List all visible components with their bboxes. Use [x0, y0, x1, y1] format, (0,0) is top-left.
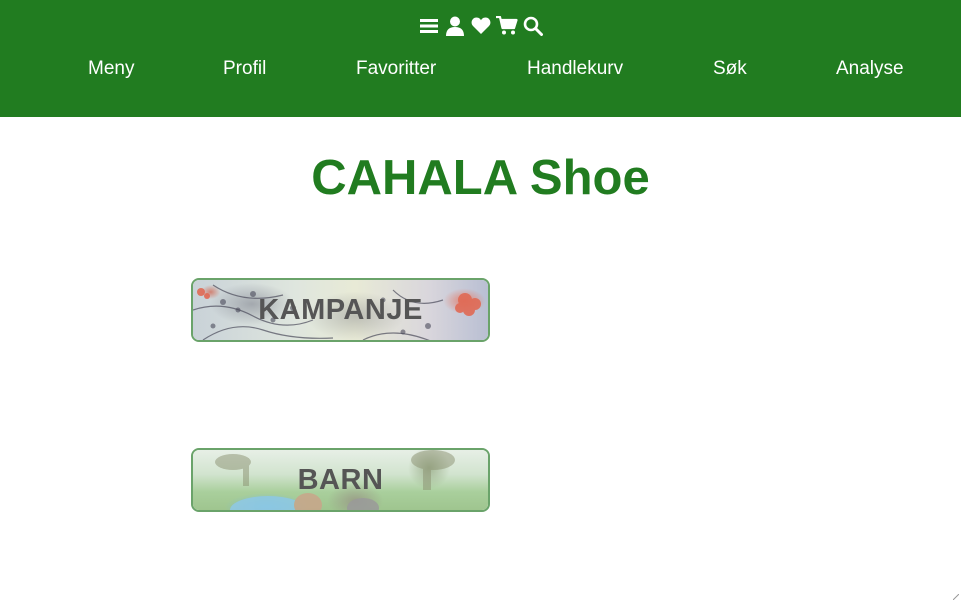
category-label-barn: BARN [193, 450, 488, 510]
menu-icon[interactable] [418, 15, 440, 37]
category-button-barn[interactable]: BARN [191, 448, 490, 512]
top-header: Meny Profil Favoritter Handlekurv Søk An… [0, 0, 961, 117]
nav-item-favoritter[interactable]: Favoritter [356, 57, 436, 81]
cart-icon[interactable] [496, 15, 518, 37]
category-button-kampanje[interactable]: KAMPANJE [191, 278, 490, 342]
category-label-kampanje: KAMPANJE [193, 280, 488, 340]
page-title: CAHALA Shoe [0, 148, 961, 208]
nav-item-handlekurv[interactable]: Handlekurv [527, 57, 623, 81]
search-icon[interactable] [522, 15, 544, 37]
main-nav: Meny Profil Favoritter Handlekurv Søk An… [0, 57, 961, 81]
resize-grip [953, 587, 959, 593]
nav-item-sok[interactable]: Søk [713, 57, 747, 81]
icon-toolbar [0, 14, 961, 38]
nav-item-meny[interactable]: Meny [88, 57, 134, 81]
nav-item-profil[interactable]: Profil [223, 57, 266, 81]
heart-icon[interactable] [470, 15, 492, 37]
user-icon[interactable] [444, 15, 466, 37]
nav-item-analyse[interactable]: Analyse [836, 57, 904, 81]
